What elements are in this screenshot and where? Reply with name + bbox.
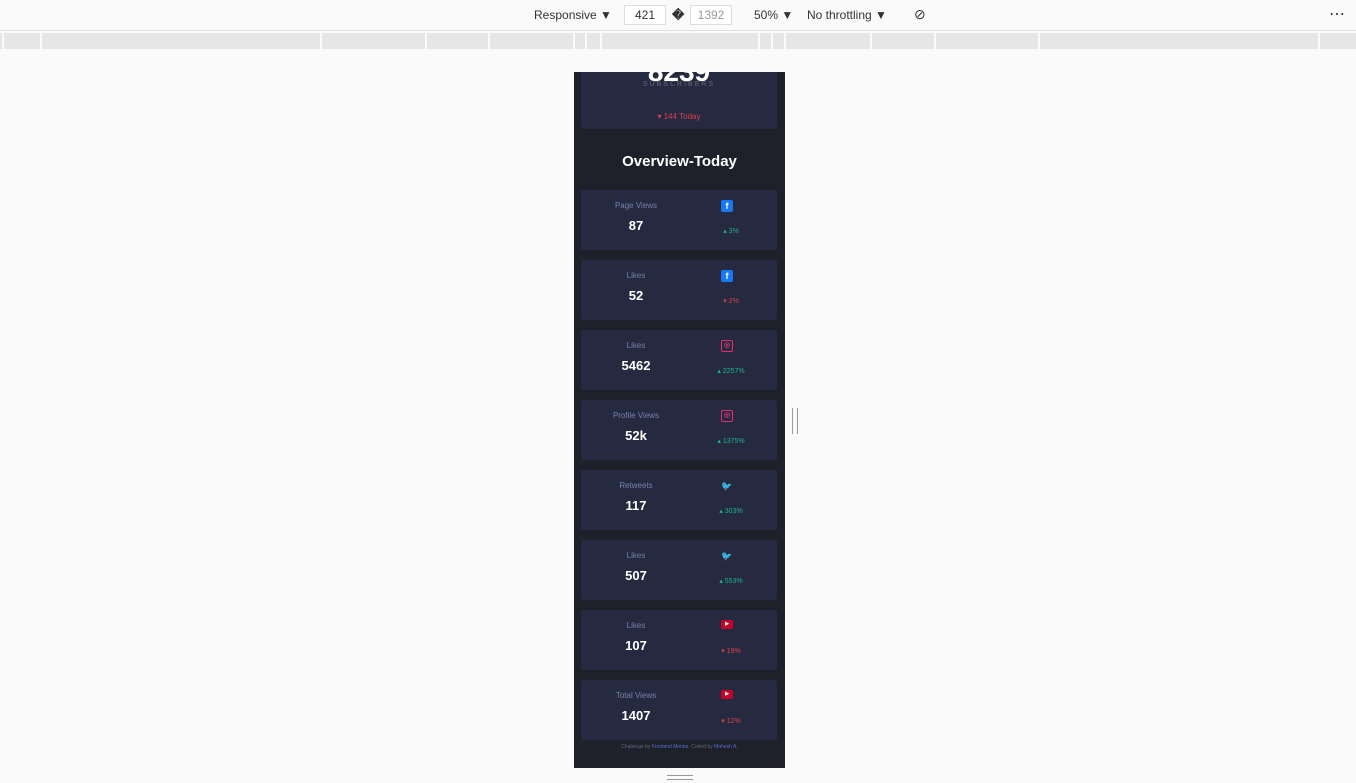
- throttling-select[interactable]: No throttling ▼: [807, 8, 887, 22]
- subscribers-label: SUBSCRIBERS: [642, 81, 716, 88]
- overview-card-twitter[interactable]: Likes 507 🐦 ▴ 553%: [581, 540, 777, 600]
- card-label: Total Views: [615, 691, 657, 700]
- card-change: ▴ 553%: [719, 578, 743, 585]
- card-value: 52: [628, 288, 644, 303]
- facebook-icon: f: [721, 200, 733, 212]
- overview-card-youtube[interactable]: Likes 107 ▶ ▾ 19%: [581, 610, 777, 670]
- author-link[interactable]: Mohesh A.: [714, 744, 738, 750]
- card-change: ▾ 19%: [721, 648, 741, 655]
- card-value: 5462: [621, 358, 651, 373]
- card-change: ▴ 303%: [719, 508, 743, 515]
- card-change: ▾ 12%: [721, 718, 741, 725]
- overview-card-instagram[interactable]: Likes 5462 ◎ ▴ 2257%: [581, 330, 777, 390]
- overview-title: Overview-Today: [622, 153, 737, 170]
- youtube-icon: ▶: [721, 620, 733, 629]
- zoom-select[interactable]: 50% ▼: [754, 8, 793, 22]
- device-viewport: 8239 SUBSCRIBERS ▾ 144 Today Overview-To…: [574, 72, 785, 768]
- instagram-icon: ◎: [721, 410, 733, 422]
- card-value: 507: [625, 568, 647, 583]
- card-change: ▴ 3%: [723, 228, 739, 235]
- youtube-icon: ▶: [721, 690, 733, 699]
- card-change: ▴ 2257%: [717, 368, 745, 375]
- width-input[interactable]: 421: [624, 5, 666, 25]
- overview-card-youtube[interactable]: Total Views 1407 ▶ ▾ 12%: [581, 680, 777, 740]
- devtools-toolbar: Responsive ▼ 421 � 1392 50% ▼ No throttl…: [0, 0, 1356, 31]
- subscribers-card: 8239 SUBSCRIBERS ▾ 144 Today: [581, 72, 777, 129]
- today-change: ▾ 144 Today: [657, 112, 701, 121]
- frontend-mentor-link[interactable]: Frontend Mentor: [652, 744, 689, 750]
- instagram-icon: ◎: [721, 340, 733, 352]
- card-label: Profile Views: [612, 411, 660, 420]
- overview-card-facebook[interactable]: Likes 52 f ▾ 2%: [581, 260, 777, 320]
- card-value: 52k: [625, 428, 647, 443]
- facebook-icon: f: [721, 270, 733, 282]
- more-options-icon[interactable]: ⋯: [1329, 4, 1345, 24]
- overview-card-facebook[interactable]: Page Views 87 f ▴ 3%: [581, 190, 777, 250]
- media-query-bar[interactable]: [0, 33, 1356, 49]
- overview-card-instagram[interactable]: Profile Views 52k ◎ ▴ 1375%: [581, 400, 777, 460]
- card-label: Likes: [626, 551, 646, 560]
- card-value: 117: [625, 498, 647, 513]
- dimension-separator: �: [672, 8, 685, 22]
- footer: Challenge by Frontend Mentor. Coded by M…: [621, 744, 738, 750]
- card-change: ▴ 1375%: [717, 438, 745, 445]
- height-input[interactable]: 1392: [690, 5, 732, 25]
- resize-handle-right[interactable]: [792, 408, 798, 434]
- rotate-icon[interactable]: ⊘: [914, 6, 926, 23]
- card-label: Likes: [626, 621, 646, 630]
- resize-handle-bottom[interactable]: [667, 775, 693, 780]
- card-change: ▾ 2%: [723, 298, 739, 305]
- twitter-icon: 🐦: [721, 481, 733, 491]
- card-value: 1407: [621, 708, 651, 723]
- card-label: Likes: [626, 341, 646, 350]
- twitter-icon: 🐦: [721, 551, 733, 561]
- overview-card-twitter[interactable]: Retweets 117 🐦 ▴ 303%: [581, 470, 777, 530]
- card-label: Retweets: [619, 481, 653, 490]
- card-label: Likes: [626, 271, 646, 280]
- card-label: Page Views: [614, 201, 658, 210]
- card-value: 107: [625, 638, 647, 653]
- card-value: 87: [628, 218, 644, 233]
- device-select[interactable]: Responsive ▼: [534, 8, 612, 22]
